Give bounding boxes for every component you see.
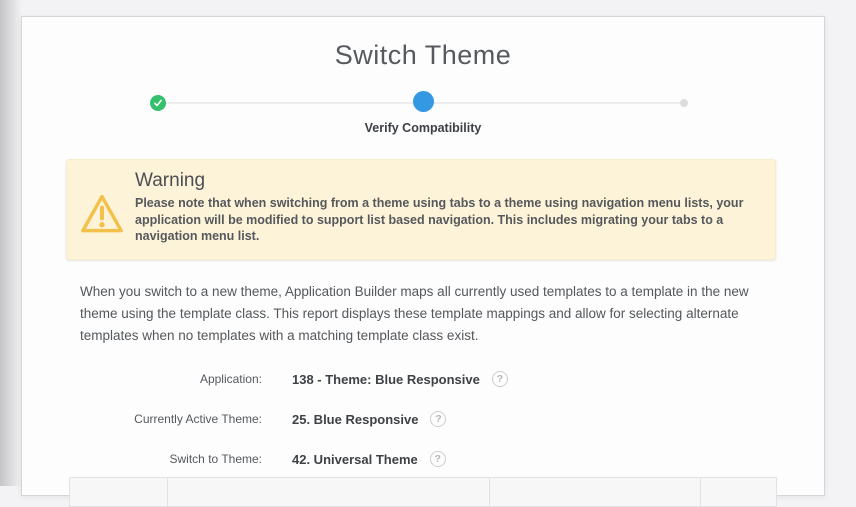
field-row-switch-theme: Switch to Theme: 42. Universal Theme ?: [22, 439, 824, 479]
intro-text: When you switch to a new theme, Applicat…: [80, 281, 774, 347]
summary-fields: Application: 138 - Theme: Blue Responsiv…: [22, 359, 824, 479]
report-table-header: [69, 477, 777, 507]
table-header-cell: [701, 478, 776, 506]
step-current-dot: [413, 91, 434, 112]
check-icon: [153, 98, 163, 108]
current-theme-value: 25. Blue Responsive: [292, 412, 418, 427]
field-row-application: Application: 138 - Theme: Blue Responsiv…: [22, 359, 824, 399]
warning-title: Warning: [135, 169, 767, 193]
page-title: Switch Theme: [22, 40, 824, 71]
switch-theme-value: 42. Universal Theme: [292, 452, 418, 467]
table-header-cell: [490, 478, 701, 506]
field-row-current-theme: Currently Active Theme: 25. Blue Respons…: [22, 399, 824, 439]
warning-triangle-icon: [79, 192, 125, 236]
table-header-cell: [70, 478, 168, 506]
help-icon[interactable]: ?: [430, 451, 446, 467]
warning-text-block: Warning Please note that when switching …: [135, 169, 767, 245]
help-icon[interactable]: ?: [430, 411, 446, 427]
application-label: Application:: [22, 372, 262, 386]
left-edge-shadow: [0, 0, 22, 486]
table-header-cell: [168, 478, 490, 506]
current-theme-label: Currently Active Theme:: [22, 412, 262, 426]
step-upcoming-dot: [680, 99, 688, 107]
switch-theme-label: Switch to Theme:: [22, 452, 262, 466]
help-icon[interactable]: ?: [492, 371, 508, 387]
current-step-label: Verify Compatibility: [22, 121, 824, 135]
wizard-card: Switch Theme Verify Compatibility Warnin…: [21, 16, 825, 496]
warning-message: Please note that when switching from a t…: [135, 195, 767, 245]
step-complete-check-icon: [150, 95, 166, 111]
application-value: 138 - Theme: Blue Responsive: [292, 372, 480, 387]
warning-banner: Warning Please note that when switching …: [66, 159, 776, 260]
